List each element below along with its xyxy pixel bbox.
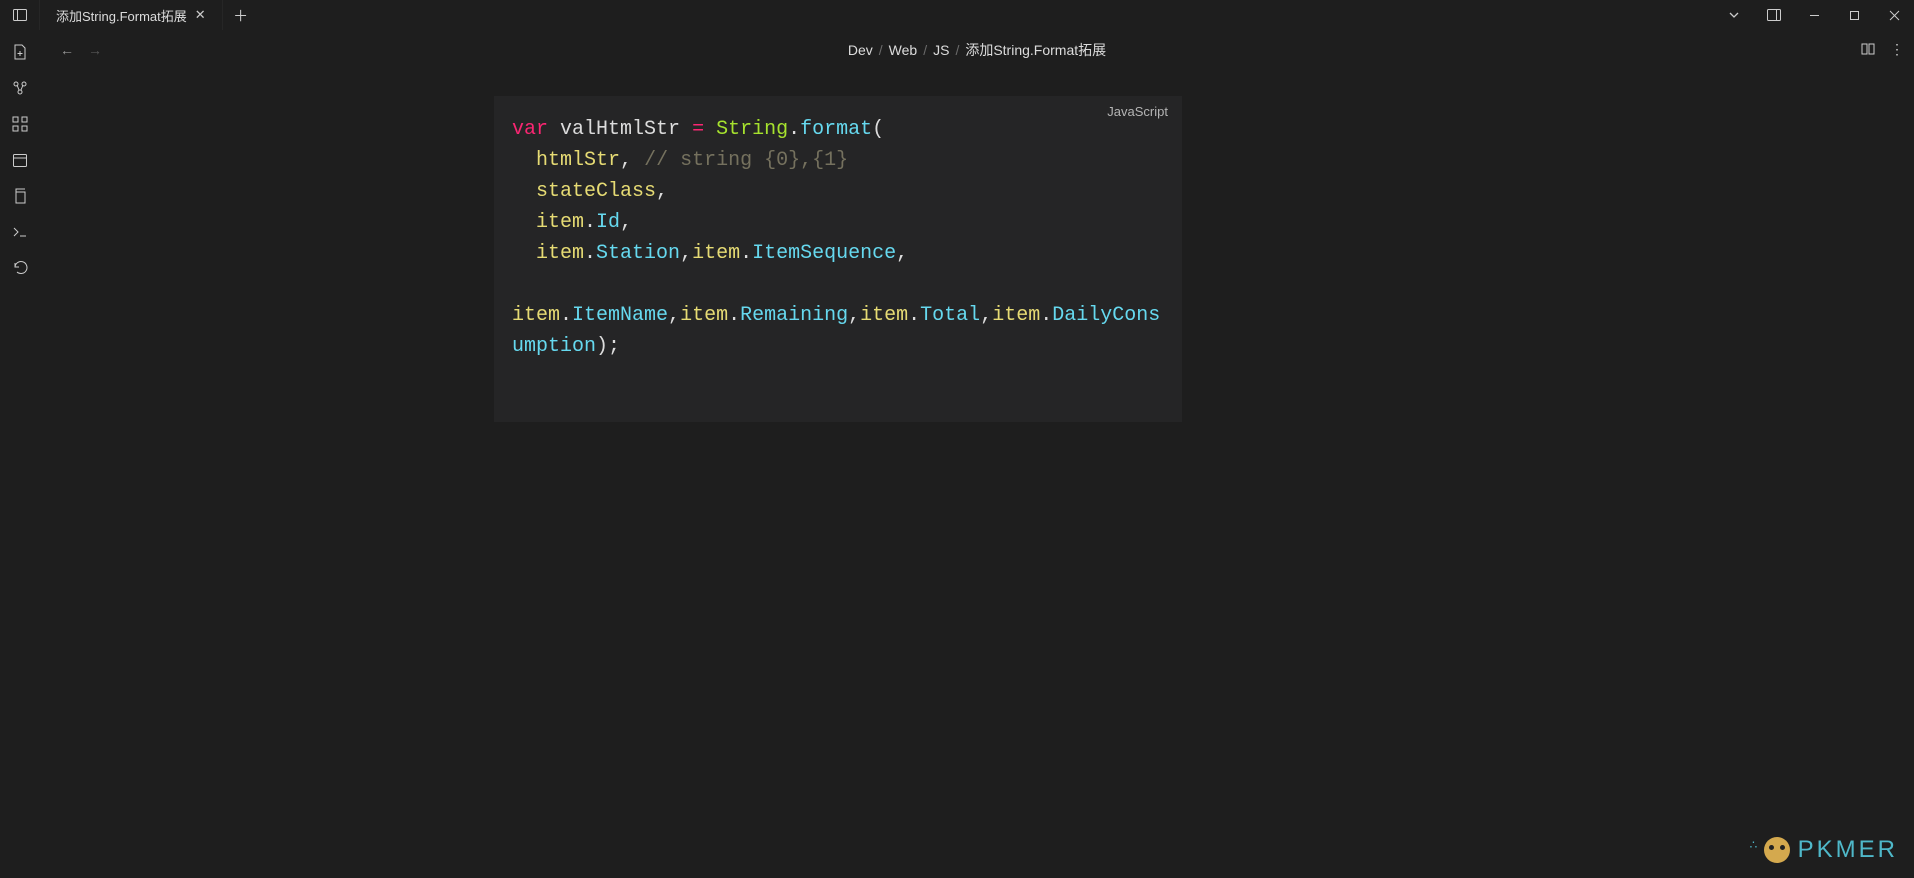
maximize-button[interactable]: [1834, 0, 1874, 30]
chevron-down-icon[interactable]: [1714, 0, 1754, 30]
close-button[interactable]: [1874, 0, 1914, 30]
file-plus-icon[interactable]: [10, 42, 30, 62]
panel-toggle-icon[interactable]: [1754, 0, 1794, 30]
breadcrumb-part[interactable]: JS: [933, 42, 949, 58]
nav-row: ← → Dev/ Web/ JS/ 添加String.Format拓展 ⋮: [40, 30, 1914, 70]
minimize-button[interactable]: [1794, 0, 1834, 30]
grid-icon[interactable]: [10, 114, 30, 134]
code-block: JavaScript var valHtmlStr = String.forma…: [494, 96, 1182, 422]
calendar-icon[interactable]: [10, 150, 30, 170]
nav-forward-icon[interactable]: →: [88, 42, 102, 58]
tab-active[interactable]: 添加String.Format拓展 ✕: [40, 0, 223, 30]
editor-area: ← → Dev/ Web/ JS/ 添加String.Format拓展 ⋮ Ja…: [40, 30, 1914, 878]
watermark: ∴ PKMER: [1764, 836, 1898, 864]
code-content: var valHtmlStr = String.format( htmlStr,…: [512, 114, 1164, 362]
copy-icon[interactable]: [10, 186, 30, 206]
nav-back-icon[interactable]: ←: [60, 42, 74, 58]
titlebar: 添加String.Format拓展 ✕ ＋: [0, 0, 1914, 30]
code-language-label: JavaScript: [1107, 104, 1168, 119]
graph-icon[interactable]: [10, 78, 30, 98]
new-tab-button[interactable]: ＋: [223, 0, 259, 30]
breadcrumb-part[interactable]: Web: [889, 42, 918, 58]
sidebar-toggle-icon[interactable]: [0, 0, 40, 30]
reading-mode-icon[interactable]: [1860, 41, 1876, 60]
breadcrumb-current: 添加String.Format拓展: [965, 40, 1106, 60]
breadcrumb-part[interactable]: Dev: [848, 42, 873, 58]
tab-title: 添加String.Format拓展: [56, 6, 187, 25]
close-icon[interactable]: ✕: [195, 7, 206, 23]
breadcrumb[interactable]: Dev/ Web/ JS/ 添加String.Format拓展: [848, 40, 1106, 60]
undo-icon[interactable]: [10, 258, 30, 278]
terminal-icon[interactable]: [10, 222, 30, 242]
more-icon[interactable]: ⋮: [1890, 41, 1904, 60]
watermark-text: PKMER: [1798, 836, 1898, 864]
activity-bar: [0, 30, 40, 878]
watermark-icon: [1764, 837, 1790, 863]
